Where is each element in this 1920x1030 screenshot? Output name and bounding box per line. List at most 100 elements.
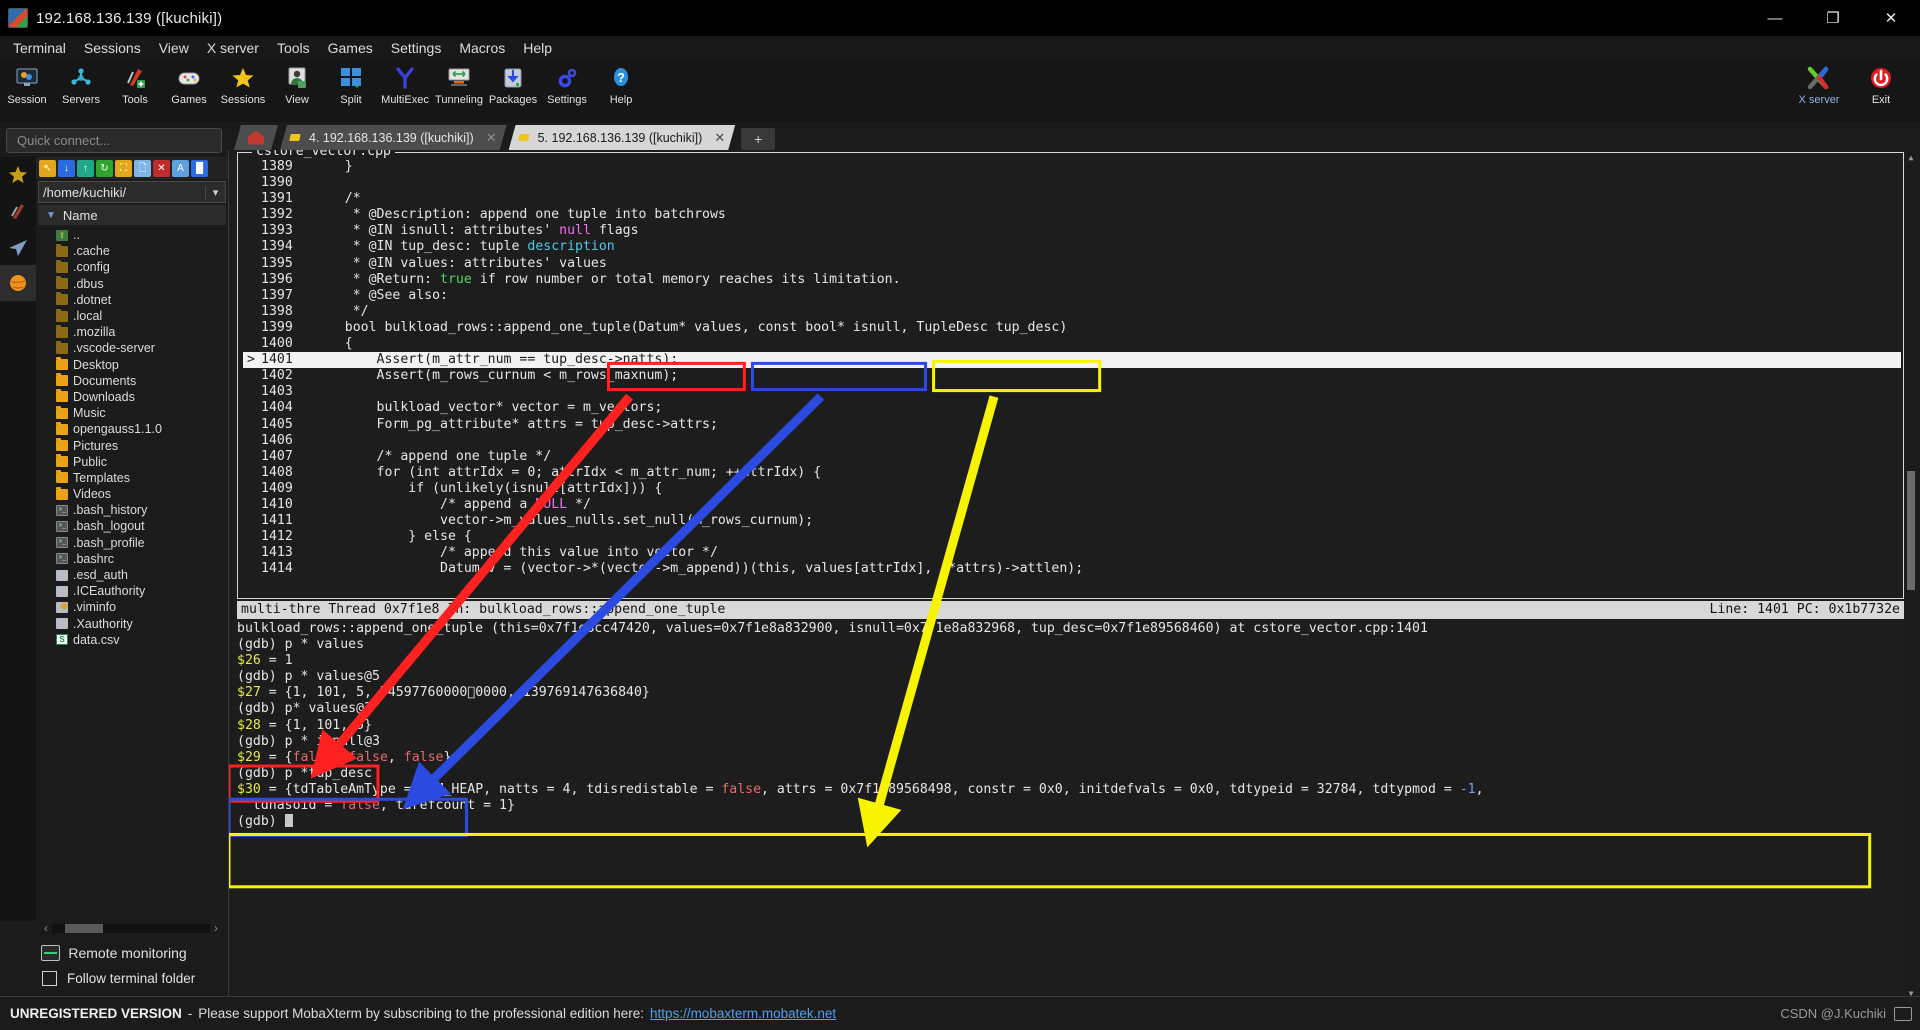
ribbon-button-tools[interactable]: Tools [108,63,162,106]
file-name: Music [73,406,106,421]
ribbon-button-view[interactable]: View [270,63,324,106]
terminal-output[interactable]: cstore_vector.cpp 1389 } 1390 1391 /* 1392 … [228,150,1916,996]
maximize-button[interactable]: ❐ [1804,0,1862,36]
ribbon-button-exit[interactable]: Exit [1850,63,1912,106]
new-tab-button[interactable]: + [741,128,776,150]
terminal-scrollbar[interactable]: ▲ ▼ [1906,150,1916,996]
code-text: Assert(m_rows_curnum < m_rows_maxnum); [313,368,679,384]
file-list-item[interactable]: .cache [38,243,226,259]
menu-item-settings[interactable]: Settings [382,38,451,58]
ribbon-button-servers[interactable]: Servers [54,63,108,106]
path-bar[interactable]: /home/kuchiki/ ▾ [38,181,226,203]
horizontal-scrollbar[interactable]: ‹ › [40,921,222,935]
follow-terminal-folder-checkbox[interactable] [42,971,57,986]
scroll-down-icon[interactable]: ▼ [1906,986,1916,996]
ribbon-button-tunneling[interactable]: Tunneling [432,63,486,106]
main-area: Quick connect... ↖ ↓ ↑ ↻ ⛶ 🗋 ✕ A █ /home/kuchiki… [0,122,1920,996]
menu-item-games[interactable]: Games [319,38,382,58]
file-list-item[interactable]: >_ .bash_logout [38,518,226,534]
session-tab[interactable]: 5. 192.168.136.139 ([kuchiki]) ✕ [509,125,736,150]
go-up-icon[interactable]: ↖ [39,159,56,177]
minimize-button[interactable]: — [1746,0,1804,36]
close-icon[interactable]: ✕ [714,130,725,146]
file-list-item[interactable]: Pictures [38,437,226,453]
column-header-name[interactable]: ▼ Name [38,205,226,225]
file-list[interactable]: ⇪.. .cache .config .dbus .dotnet .local .mozil… [38,225,226,921]
home-tab[interactable] [234,125,278,150]
current-line-marker [243,320,261,336]
refresh-icon[interactable]: ↻ [96,159,113,177]
mobaxterm-link[interactable]: https://mobaxterm.mobatek.net [650,1006,836,1021]
file-list-item[interactable]: .local [38,308,226,324]
file-list-item[interactable]: .esd_auth [38,567,226,583]
help-icon: ? [608,65,634,91]
close-button[interactable]: ✕ [1862,0,1920,36]
sidebar-macros-tab[interactable] [0,265,36,301]
file-list-item[interactable]: ⇪.. [38,227,226,243]
file-list-item[interactable]: Desktop [38,357,226,373]
file-list-item[interactable]: .Xauthority [38,616,226,632]
file-list-item[interactable]: .vscode-server [38,340,226,356]
session-tab-bar: 4. 192.168.136.139 ([kuchiki]) ✕ 5. 192.16… [228,122,1920,150]
file-browser-toolbar: ↖ ↓ ↑ ↻ ⛶ 🗋 ✕ A █ [36,157,228,179]
ribbon-button-x-server[interactable]: X server [1788,63,1850,106]
current-line-marker [243,449,261,465]
file-list-item[interactable]: Documents [38,373,226,389]
scroll-left-icon[interactable]: ‹ [40,921,52,935]
session-tab[interactable]: 4. 192.168.136.139 ([kuchiki]) ✕ [280,125,507,150]
ribbon-button-split[interactable]: Split [324,63,378,106]
file-list-item[interactable]: Videos [38,486,226,502]
ribbon-button-packages[interactable]: Packages [486,63,540,106]
file-list-item[interactable]: >_ .bashrc [38,551,226,567]
follow-terminal-folder-row[interactable]: Follow terminal folder [0,971,228,992]
file-list-item[interactable]: Downloads [38,389,226,405]
sidebar-favorites-tab[interactable] [0,157,36,193]
ribbon-button-multiexec[interactable]: MultiExec [378,63,432,106]
scroll-right-icon[interactable]: › [210,921,222,935]
menu-item-sessions[interactable]: Sessions [75,38,150,58]
monitor-icon [41,945,61,961]
delete-icon[interactable]: ✕ [153,159,170,177]
file-list-item[interactable]: Music [38,405,226,421]
new-folder-icon[interactable]: ⛶ [115,159,132,177]
file-list-item[interactable]: Templates [38,470,226,486]
file-list-item[interactable]: >_ .bash_history [38,502,226,518]
remote-monitoring-button[interactable]: Remote monitoring [0,941,228,971]
file-name: .bash_history [73,503,148,518]
file-list-item[interactable]: .config [38,259,226,275]
menu-item-terminal[interactable]: Terminal [4,38,75,58]
binary-mode-icon[interactable]: █ [191,159,208,177]
file-list-item[interactable]: .mozilla [38,324,226,340]
file-list-item[interactable]: >_ .bash_profile [38,535,226,551]
terminal-scroll-thumb[interactable] [1907,471,1915,590]
ribbon-button-settings[interactable]: Settings [540,63,594,106]
file-list-item[interactable]: .dotnet [38,292,226,308]
menu-item-tools[interactable]: Tools [268,38,319,58]
sidebar-tools-tab[interactable] [0,193,36,229]
scroll-track[interactable] [52,923,210,933]
menu-item-view[interactable]: View [150,38,198,58]
scroll-up-icon[interactable]: ▲ [1906,150,1916,162]
close-icon[interactable]: ✕ [486,130,497,146]
file-list-item[interactable]: Public [38,454,226,470]
scroll-thumb[interactable] [64,923,103,933]
chevron-down-icon[interactable]: ▾ [205,185,225,199]
ribbon-button-help[interactable]: ? Help [594,63,648,106]
text-mode-icon[interactable]: A [172,159,189,177]
menu-item-help[interactable]: Help [514,38,561,58]
ribbon-button-sessions[interactable]: Sessions [216,63,270,106]
file-list-item[interactable]: .viminfo [38,599,226,615]
menu-item-macros[interactable]: Macros [450,38,514,58]
file-list-item[interactable]: .ICEauthority [38,583,226,599]
ribbon-button-games[interactable]: Games [162,63,216,106]
sidebar-sftp-tab[interactable] [0,229,36,265]
upload-icon[interactable]: ↑ [77,159,94,177]
download-icon[interactable]: ↓ [58,159,75,177]
new-file-icon[interactable]: 🗋 [134,159,151,177]
ribbon-button-session[interactable]: Session [0,63,54,106]
quick-connect-input[interactable]: Quick connect... [6,128,222,153]
file-list-item[interactable]: .dbus [38,276,226,292]
file-list-item[interactable]: Sdata.csv [38,632,226,648]
menu-item-x-server[interactable]: X server [198,38,268,58]
file-list-item[interactable]: opengauss1.1.0 [38,421,226,437]
